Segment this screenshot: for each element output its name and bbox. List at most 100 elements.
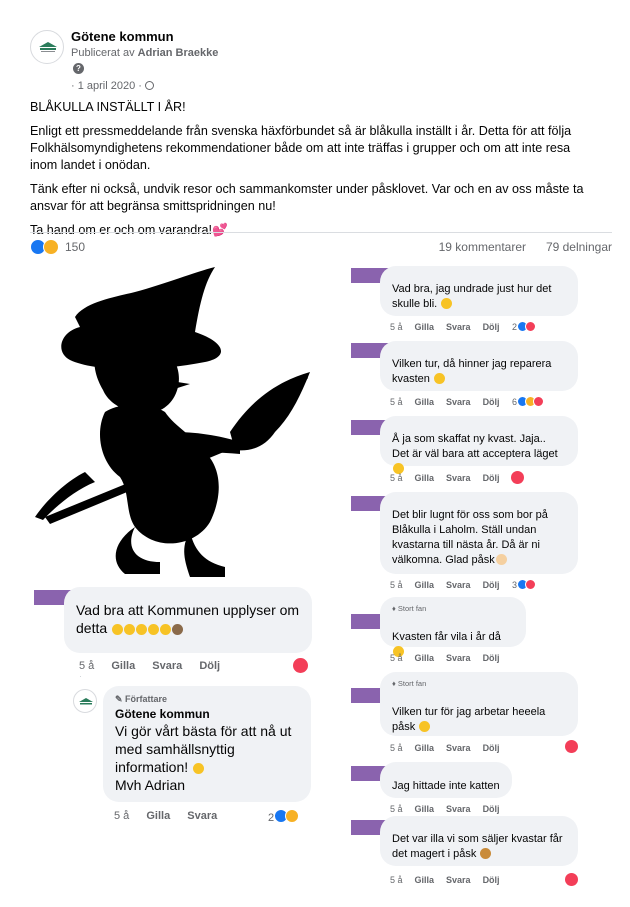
like-button[interactable]: Gilla [415,397,435,407]
reply-button[interactable]: Svara [446,322,471,332]
reply-reactions[interactable]: 2 [268,809,300,824]
author-badge-label: Författare [125,694,168,704]
comment-text: Jag hittade inte katten [392,780,500,792]
comments-count[interactable]: 19 kommentarer [439,240,526,254]
like-button[interactable]: Gilla [415,743,435,753]
reply-button[interactable]: Svara [446,804,471,814]
comment-text: Vilken tur för jag arbetar heeela påsk [392,706,546,733]
haha-reaction-icon[interactable] [43,239,59,255]
kommun-logo-icon [79,698,93,705]
page-name[interactable]: Götene kommun [71,29,174,44]
shares-count[interactable]: 79 delningar [546,240,612,254]
comment-reactions[interactable]: 6 [512,396,544,408]
reply-button[interactable]: Svara [446,875,471,885]
love-reaction-icon [532,396,544,407]
like-button[interactable]: Gilla [415,804,435,814]
like-button[interactable]: Gilla [111,660,135,672]
comment-actions: 5 å Gilla Svara Dölj [390,580,512,590]
comment-reactions[interactable]: 3 [512,579,536,591]
globe-icon [144,81,154,90]
post-body: BLÅKULLA INSTÄLLT I ÅR! Enligt ett press… [30,99,590,246]
comment-text: Det var illa vi som säljer kvastar får d… [392,833,563,860]
reply-button[interactable]: Svara [446,653,471,663]
post-date-text[interactable]: · 1 april 2020 · [71,80,142,92]
hide-button[interactable]: Dölj [483,653,500,663]
reply-button[interactable]: Svara [152,660,182,672]
hide-button[interactable]: Dölj [483,473,500,483]
laugh-emoji-icon [112,624,124,635]
reply-button[interactable]: Svara [446,397,471,407]
question-icon[interactable]: ? [73,63,84,74]
reply-text-line: med samhällsnyttig [115,741,235,757]
emoji-icon [160,624,172,635]
page-avatar[interactable] [30,30,64,64]
comment-age[interactable]: 5 å [390,322,403,332]
comment-reactions[interactable]: 2 [512,321,536,333]
comment-text: Vad bra, jag undrade just hur det skulle… [392,283,552,310]
comment-age[interactable]: 5 å [390,580,403,590]
reply-button[interactable]: Svara [446,473,471,483]
like-button[interactable]: Gilla [415,653,435,663]
author-badge: ✎ Författare [115,694,168,704]
smile-emoji-icon [441,298,453,309]
comment-actions: 5 å Gilla Svara Dölj [390,653,512,663]
love-reaction-icon [524,321,536,332]
comment-age[interactable]: 5 å [390,473,403,483]
rofl-emoji-icon [136,624,148,635]
post-headline: BLÅKULLA INSTÄLLT I ÅR! [30,100,186,114]
comment-bubble: Å ja som skaffat ny kvast. Jaja.. Det är… [380,416,578,474]
comment-age[interactable]: 5 å [390,653,403,663]
reply-button[interactable]: Svara [446,580,471,590]
comment-age[interactable]: 5 å [79,660,94,672]
publisher-name[interactable]: Adrian Braekke [138,47,219,59]
comment-text-wrap: Det blir lugnt för oss som bor på Blåkul… [392,508,566,568]
love-reaction-icon[interactable] [565,740,578,753]
hide-button[interactable]: Dölj [483,322,500,332]
like-button[interactable]: Gilla [146,810,170,822]
reply-signoff: Mvh Adrian [115,777,186,793]
like-button[interactable]: Gilla [415,473,435,483]
reply-avatar[interactable] [73,689,97,713]
comment-actions: 5 å Gilla Svara Dölj [390,743,512,753]
emoji-icon [148,624,160,635]
post-closing-text: Ta hand om er och om varandra! [30,223,213,237]
comment-text: Å ja som skaffat ny kvast. Jaja.. Det är… [392,433,558,460]
top-fan-label: Stort fan [397,679,427,688]
comment-age[interactable]: 5 å [390,804,403,814]
hide-button[interactable]: Dölj [483,875,500,885]
reply-author-name[interactable]: Götene kommun [115,707,299,722]
hide-button[interactable]: Dölj [483,397,500,407]
hide-button[interactable]: Dölj [483,804,500,814]
comment-age[interactable]: 5 å [390,397,403,407]
wink-emoji-icon [193,763,205,774]
post-date[interactable]: · 1 april 2020 · [71,80,154,92]
comment-actions: 5 å Gilla Svara Dölj [390,804,512,814]
comment-age[interactable]: 5 å [390,743,403,753]
top-fan-badge: ♦ Stort fan [392,679,427,688]
hide-button[interactable]: Dölj [483,743,500,753]
like-button[interactable]: Gilla [415,875,435,885]
haha-reaction-icon [285,809,300,823]
comment-actions: 5 å Gilla Svara Dölj [390,875,512,885]
reaction-count[interactable]: 150 [65,240,85,254]
love-reaction-icon[interactable] [511,471,524,484]
reply-button[interactable]: Svara [446,743,471,753]
top-fan-label: Stort fan [397,604,427,613]
comment-age[interactable]: 5 å [390,875,403,885]
like-button[interactable]: Gilla [415,580,435,590]
smile-emoji-icon [419,721,431,732]
comment-text: Vad bra att Kommunen upplyser om detta [76,602,300,636]
love-reaction-icon[interactable] [565,873,578,886]
love-reaction-icon[interactable] [293,658,308,673]
comment-bubble: ♦ Stort fan Vilken tur för jag arbetar h… [380,672,578,736]
hide-button[interactable]: Dölj [199,660,220,672]
heart-emoji-icon: 💕 [212,223,228,237]
hide-button[interactable]: Dölj [483,580,500,590]
reply-text-segment: information! [115,759,189,775]
comment-bubble: Vilken tur, då hinner jag reparera kvast… [380,341,578,391]
reply-age[interactable]: 5 å [114,810,129,822]
like-button[interactable]: Gilla [415,322,435,332]
reply-text-line: information! [115,758,299,776]
reply-button[interactable]: Svara [187,810,217,822]
reply-text-line: Vi gör vårt bästa för att nå ut [115,723,292,739]
